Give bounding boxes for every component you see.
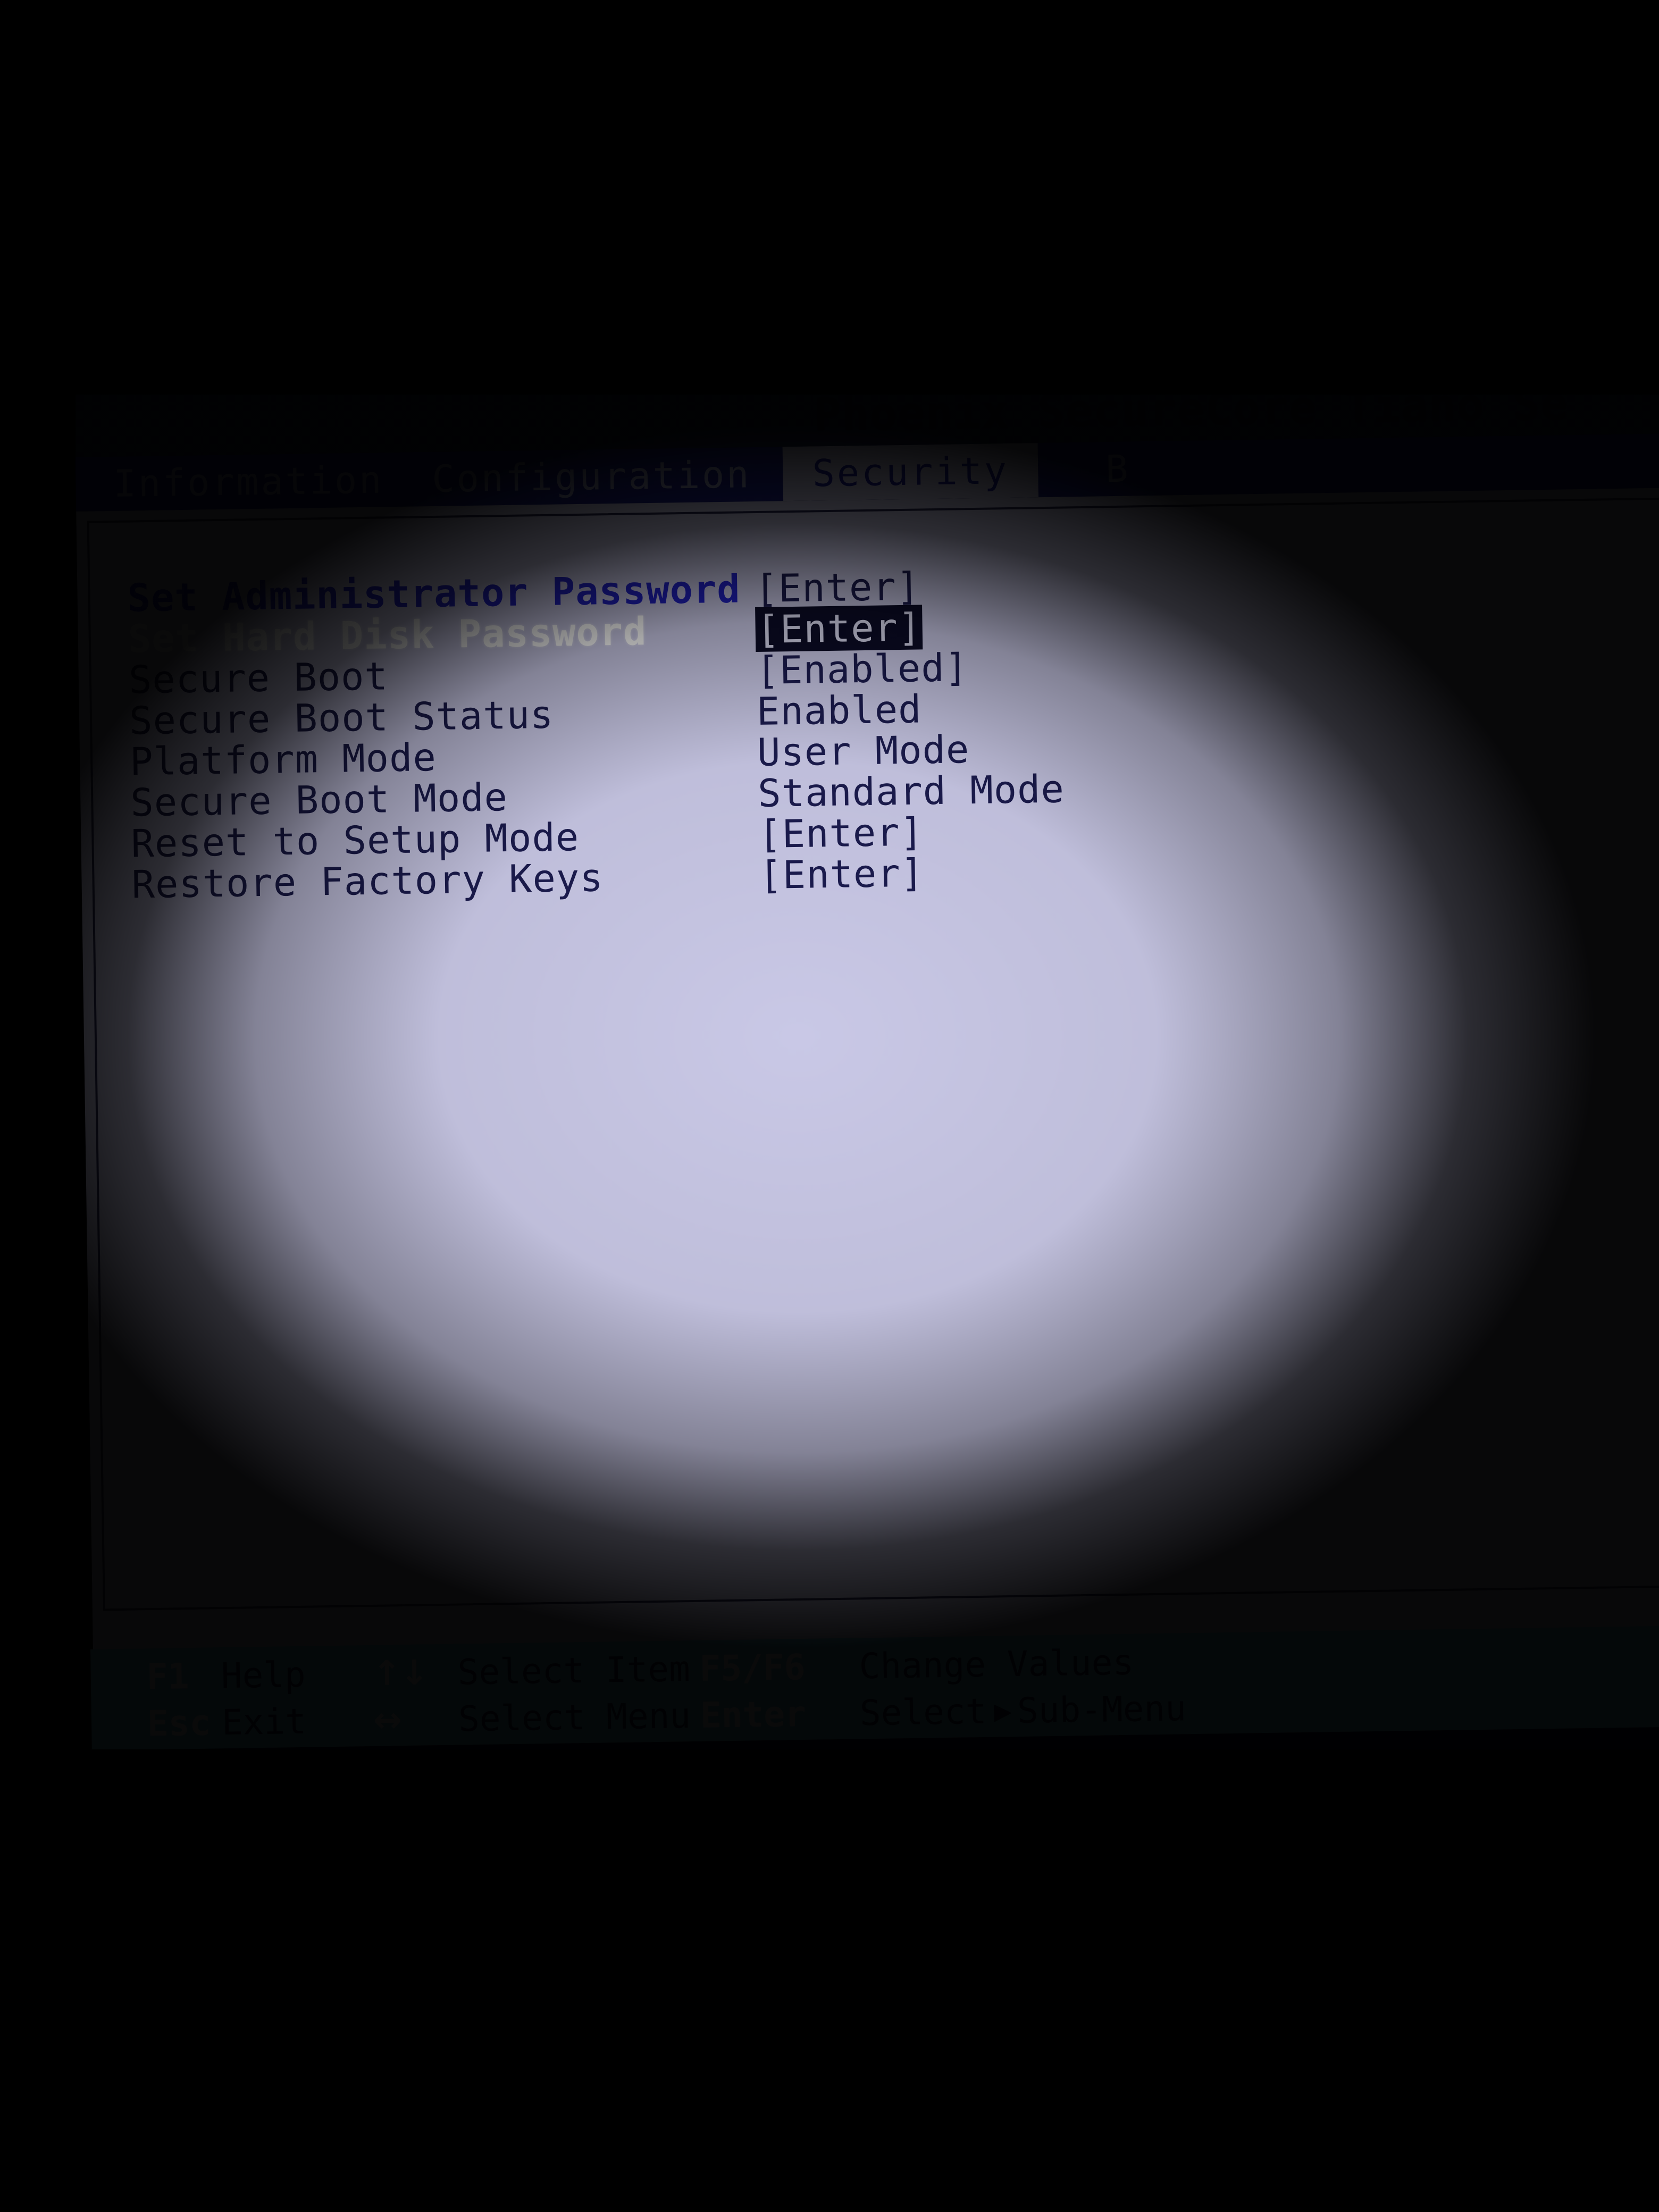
setting-value[interactable]: [Enter] bbox=[759, 850, 925, 898]
help-key-enter: Enter bbox=[700, 1693, 807, 1736]
triangle-right-icon: ▶ bbox=[993, 1694, 1012, 1729]
help-desc-exit: Exit bbox=[221, 1700, 307, 1744]
help-desc-select-menu: Select Menu bbox=[458, 1695, 691, 1740]
setting-label: Restore Factory Keys bbox=[131, 855, 604, 907]
up-down-arrow-icon: ↑↓ bbox=[372, 1653, 428, 1694]
content-area: Set Administrator Password [Enter] Set H… bbox=[76, 487, 1659, 1788]
help-desc-sub-menu: Sub-Menu bbox=[1017, 1688, 1187, 1731]
setting-value[interactable]: [Enter] bbox=[758, 809, 924, 857]
help-desc-change-values: Change Values bbox=[859, 1641, 1134, 1687]
left-right-arrow-icon: ↔ bbox=[373, 1700, 401, 1740]
dark-surround-bottom bbox=[0, 1749, 1659, 2212]
help-desc-select-item: Select Item bbox=[457, 1648, 691, 1693]
tab-boot[interactable]: B bbox=[1037, 440, 1199, 498]
setting-value[interactable]: [Enter] bbox=[755, 605, 923, 652]
dark-surround-left bbox=[0, 0, 76, 2212]
tab-security[interactable]: Security bbox=[782, 443, 1039, 501]
help-key-f1: F1 bbox=[146, 1656, 189, 1698]
help-desc-help: Help bbox=[221, 1654, 306, 1697]
setting-value: Standard Mode bbox=[757, 766, 1065, 816]
dark-surround-top bbox=[0, 0, 1659, 395]
tab-information[interactable]: Information bbox=[75, 452, 401, 512]
settings-list: Set Administrator Password [Enter] Set H… bbox=[127, 552, 1659, 907]
setting-value: User Mode bbox=[757, 727, 970, 775]
setting-value[interactable]: [Enabled] bbox=[756, 645, 968, 693]
photograph-of-bios-screen: Phoenix SecureCore Tiano Se Information … bbox=[0, 0, 1659, 2212]
help-key-f5-f6: F5/F6 bbox=[699, 1646, 806, 1689]
setting-value: Enabled bbox=[756, 686, 923, 734]
tab-configuration[interactable]: Configuration bbox=[399, 447, 784, 507]
selected-value-highlight[interactable]: [Enter] bbox=[755, 605, 923, 652]
setting-value[interactable]: [Enter] bbox=[755, 564, 920, 611]
help-key-esc: Esc bbox=[147, 1702, 211, 1745]
help-desc-select: Select bbox=[859, 1690, 987, 1734]
bios-setup-screen: Phoenix SecureCore Tiano Se Information … bbox=[74, 370, 1659, 1788]
settings-panel: Set Administrator Password [Enter] Set H… bbox=[87, 497, 1659, 1611]
